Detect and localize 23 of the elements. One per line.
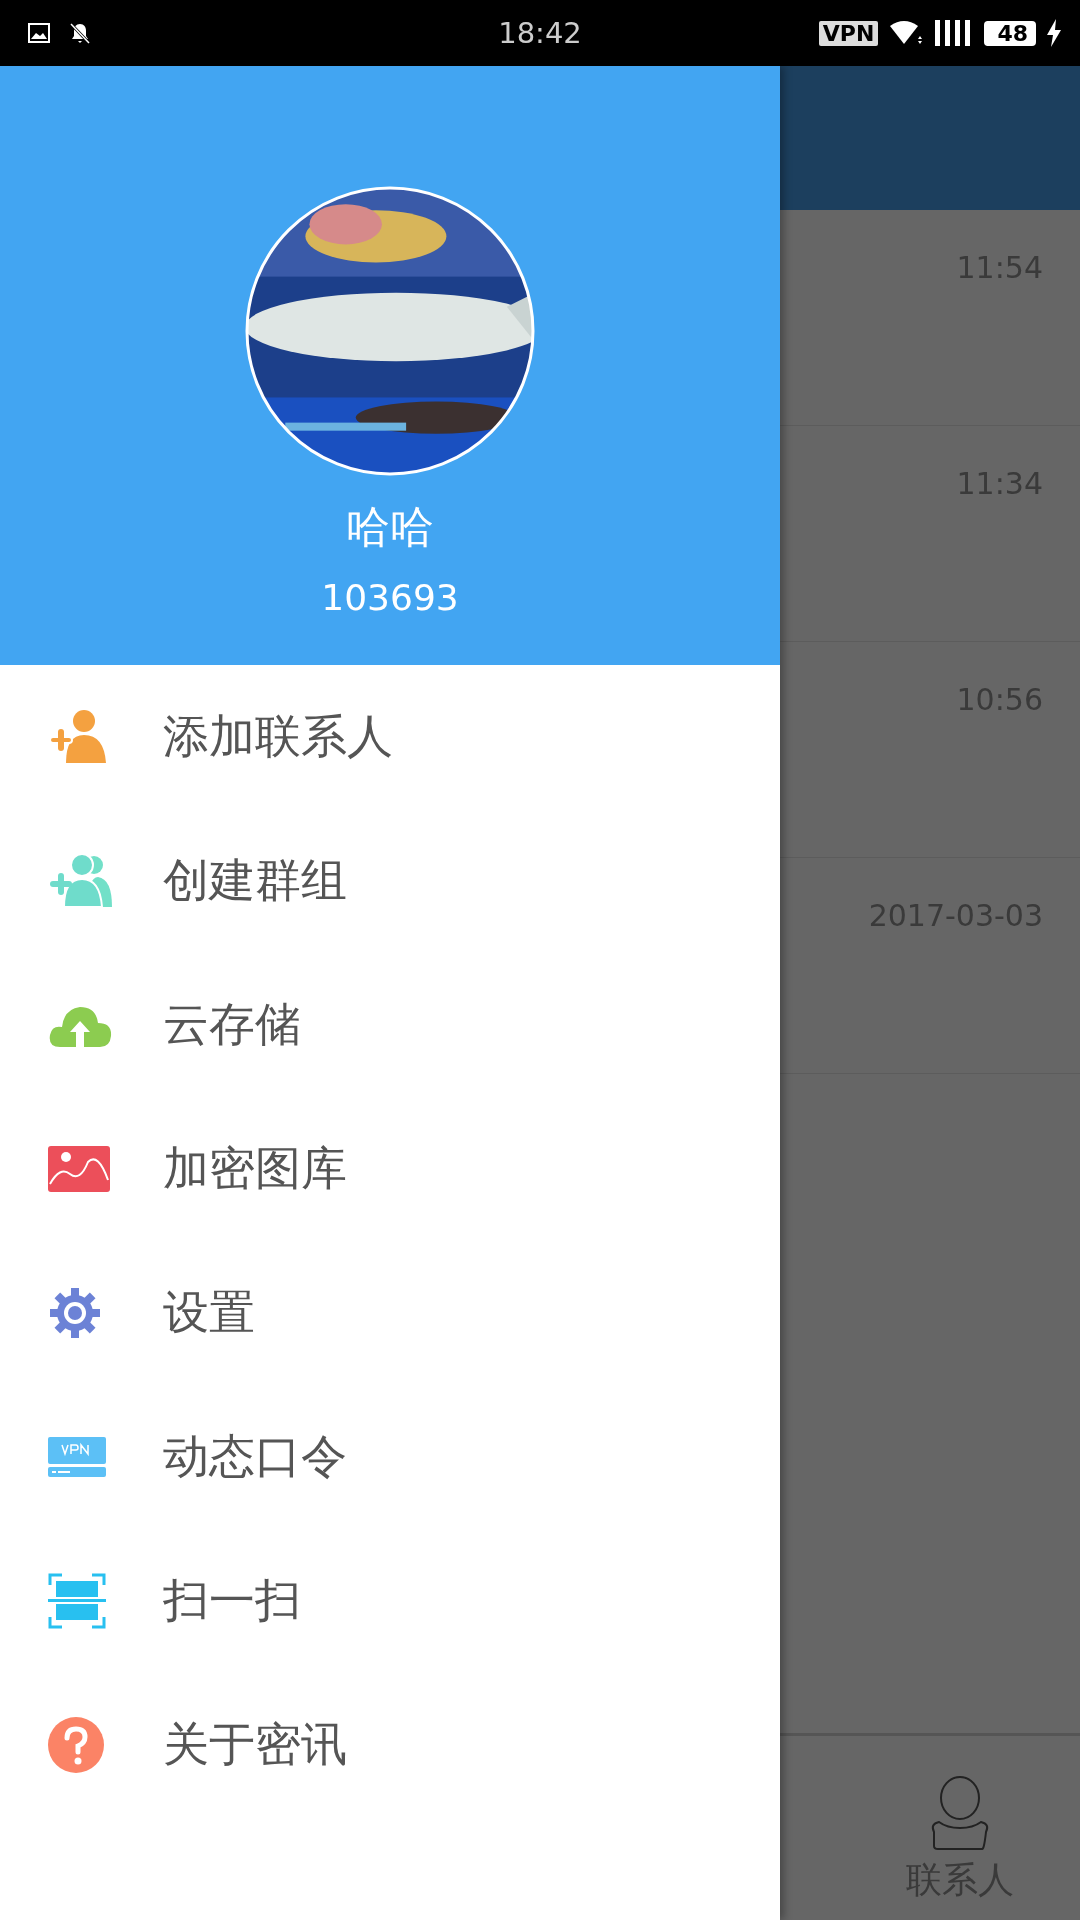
menu-item[interactable]: 云存储 xyxy=(0,953,780,1097)
help-icon xyxy=(48,1717,104,1773)
menu-item[interactable]: 动态口令 xyxy=(0,1385,780,1529)
menu-item[interactable]: 关于密讯 xyxy=(0,1673,780,1817)
charging-icon xyxy=(1046,19,1062,47)
menu-item[interactable]: 创建群组 xyxy=(0,809,780,953)
image-icon xyxy=(48,1146,110,1192)
wifi-icon xyxy=(888,20,925,46)
add-group-icon xyxy=(48,853,114,909)
bell-off-icon xyxy=(68,21,92,45)
clock: 18:42 xyxy=(498,16,582,50)
settings-icon xyxy=(48,1286,102,1340)
menu-item[interactable]: 加密图库 xyxy=(0,1097,780,1241)
image-icon xyxy=(28,23,50,43)
scan-icon xyxy=(48,1573,106,1629)
menu-item[interactable]: 设置 xyxy=(0,1241,780,1385)
user-name: 哈哈 xyxy=(346,500,434,554)
menu-item[interactable]: 添加联系人 xyxy=(0,665,780,809)
vpn-badge: VPN xyxy=(818,20,879,46)
battery-level: 48 xyxy=(984,20,1036,46)
vpn-device-icon xyxy=(48,1437,106,1477)
menu-item[interactable]: 扫一扫 xyxy=(0,1529,780,1673)
user-id: 103693 xyxy=(321,577,459,618)
